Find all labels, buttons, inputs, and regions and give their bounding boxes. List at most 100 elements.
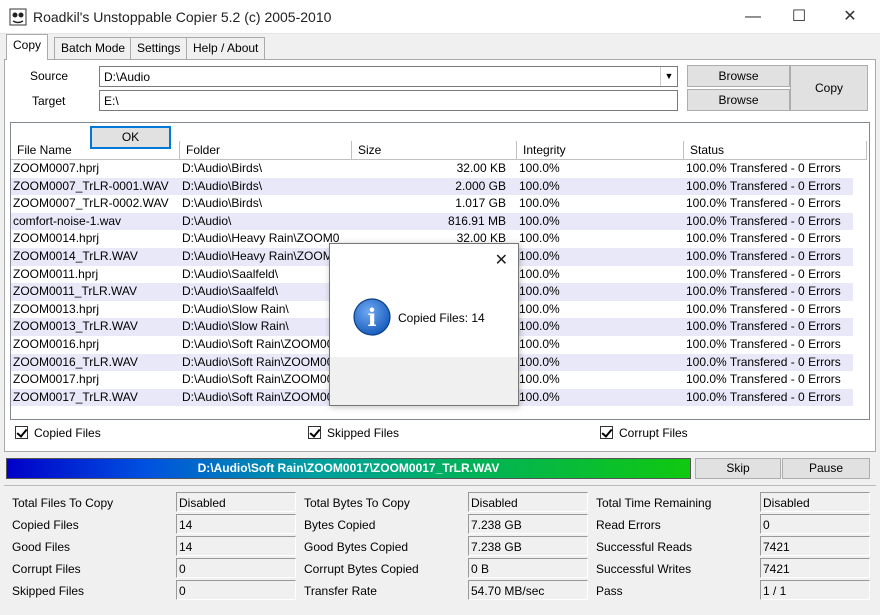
cell-folder: D:\Audio\Saalfeld\ xyxy=(182,284,279,299)
close-button[interactable]: ✕ xyxy=(827,0,873,34)
target-value: E:\ xyxy=(104,94,119,108)
corrupt-files-checkbox[interactable]: Corrupt Files xyxy=(600,426,688,440)
cell-integrity: 100.0% xyxy=(519,213,560,228)
stat-label: Total Time Remaining xyxy=(596,496,712,510)
cell-status: 100.0% Transfered - 0 Errors xyxy=(686,337,841,351)
tab-copy[interactable]: Copy xyxy=(6,34,49,60)
cell-name: ZOOM0007_TrLR-0001.WAV xyxy=(13,178,169,193)
cell-name: comfort-noise-1.wav xyxy=(13,213,122,228)
cell-integrity: 100.0% xyxy=(519,337,560,351)
tab-help-about[interactable]: Help / About xyxy=(186,37,266,59)
cell-folder: D:\Audio\Heavy Rain\ZOOM xyxy=(182,249,333,263)
cell-status: 100.0% Transfered - 0 Errors xyxy=(686,196,841,211)
maximize-button[interactable]: ☐ xyxy=(776,0,822,34)
stat-value: 7.238 GB xyxy=(468,514,588,534)
stat-value: 7421 xyxy=(760,558,870,578)
cell-name: ZOOM0016.hprj xyxy=(13,337,100,351)
cell-name: ZOOM0016_TrLR.WAV xyxy=(13,354,138,369)
table-row[interactable]: ZOOM0007.hprj D:\Audio\Birds\ 32.00 KB 100.… xyxy=(11,160,853,178)
stat-value: 1 / 1 xyxy=(760,580,870,600)
info-icon-glyph: i xyxy=(367,303,376,332)
stat-value: 0 xyxy=(176,580,296,600)
cell-status: 100.0% Transfered - 0 Errors xyxy=(686,161,841,175)
cell-status: 100.0% Transfered - 0 Errors xyxy=(686,266,841,281)
source-browse-button[interactable]: Browse xyxy=(687,65,790,87)
chevron-down-icon[interactable]: ▼ xyxy=(660,67,677,86)
cell-status: 100.0% Transfered - 0 Errors xyxy=(686,284,841,299)
stat-label: Read Errors xyxy=(596,518,661,532)
cell-name: ZOOM0017_TrLR.WAV xyxy=(13,389,138,404)
column-integrity[interactable]: Integrity xyxy=(517,141,684,160)
copy-button[interactable]: Copy xyxy=(790,65,868,111)
cell-folder: D:\Audio\Saalfeld\ xyxy=(182,266,279,281)
cell-name: ZOOM0014_TrLR.WAV xyxy=(13,249,138,263)
cell-status: 100.0% Transfered - 0 Errors xyxy=(686,213,841,228)
cell-size: 816.91 MB xyxy=(447,213,506,228)
stat-label: Copied Files xyxy=(12,518,79,532)
skip-button[interactable]: Skip xyxy=(695,458,781,479)
cell-name: ZOOM0007_TrLR-0002.WAV xyxy=(13,196,169,211)
cell-folder: D:\Audio\Birds\ xyxy=(182,178,263,193)
table-row[interactable]: comfort-noise-1.wav D:\Audio\ 816.91 MB 100… xyxy=(11,212,853,231)
corrupt-files-label: Corrupt Files xyxy=(619,426,688,440)
cell-folder: D:\Audio\ xyxy=(182,213,232,228)
dialog-footer xyxy=(330,357,518,405)
copied-files-checkbox[interactable]: Copied Files xyxy=(15,426,101,440)
cell-status: 100.0% Transfered - 0 Errors xyxy=(686,231,841,246)
table-row[interactable]: ZOOM0007_TrLR-0001.WAV D:\Audio\Birds\ 2.0… xyxy=(11,177,853,196)
stat-label: Bytes Copied xyxy=(304,518,376,532)
stat-value: Disabled xyxy=(468,492,588,512)
cell-size: 1.017 GB xyxy=(455,196,506,211)
cell-name: ZOOM0013_TrLR.WAV xyxy=(13,319,138,334)
info-icon: i xyxy=(353,298,391,336)
stat-label: Successful Writes xyxy=(596,562,692,576)
stat-value: 14 xyxy=(176,536,296,556)
stat-value: 0 B xyxy=(468,558,588,578)
column-folder[interactable]: Folder xyxy=(180,141,352,160)
stat-value: Disabled xyxy=(760,492,870,512)
tab-batch-mode[interactable]: Batch Mode xyxy=(54,37,133,59)
message-dialog: ✕ i Copied Files: 14 xyxy=(329,243,519,406)
cell-integrity: 100.0% xyxy=(519,196,560,211)
dialog-close-button[interactable]: ✕ xyxy=(495,250,508,270)
stat-label: Total Bytes To Copy xyxy=(304,496,410,510)
target-browse-button[interactable]: Browse xyxy=(687,89,790,111)
stat-label: Total Files To Copy xyxy=(12,496,114,510)
stat-label: Good Files xyxy=(12,540,71,554)
source-label: Source xyxy=(30,69,69,83)
app-icon xyxy=(9,8,27,26)
minimize-button[interactable]: — xyxy=(730,0,776,34)
pause-button[interactable]: Pause xyxy=(782,458,870,479)
cell-integrity: 100.0% xyxy=(519,266,560,281)
checkmark-icon xyxy=(600,426,613,439)
cell-status: 100.0% Transfered - 0 Errors xyxy=(686,354,841,369)
window-title: Roadkil's Unstoppable Copier 5.2 (c) 200… xyxy=(33,9,332,25)
cell-folder: D:\Audio\Heavy Rain\ZOOM0 xyxy=(182,231,340,246)
skipped-files-label: Skipped Files xyxy=(327,426,400,440)
cell-folder: D:\Audio\Soft Rain\ZOOM00 xyxy=(182,372,334,387)
checkmark-icon xyxy=(308,426,321,439)
stat-value: 54.70 MB/sec xyxy=(468,580,588,600)
cell-folder: D:\Audio\Soft Rain\ZOOM00 xyxy=(182,389,334,404)
column-status[interactable]: Status xyxy=(684,141,867,160)
stat-label: Skipped Files xyxy=(12,584,85,598)
stat-label: Transfer Rate xyxy=(304,584,377,598)
stat-label: Corrupt Bytes Copied xyxy=(304,562,419,576)
ok-button[interactable]: OK xyxy=(90,126,171,149)
cell-integrity: 100.0% xyxy=(519,354,560,369)
cell-integrity: 100.0% xyxy=(519,301,560,316)
cell-folder: D:\Audio\Soft Rain\ZOOM00 xyxy=(182,337,334,351)
cell-name: ZOOM0007.hprj xyxy=(13,161,100,175)
skipped-files-checkbox[interactable]: Skipped Files xyxy=(308,426,399,440)
cell-folder: D:\Audio\Slow Rain\ xyxy=(182,319,289,334)
target-input[interactable]: E:\ xyxy=(99,90,678,111)
cell-integrity: 100.0% xyxy=(519,178,560,193)
column-size[interactable]: Size xyxy=(352,141,517,160)
cell-name: ZOOM0014.hprj xyxy=(13,231,100,246)
table-row[interactable]: ZOOM0007_TrLR-0002.WAV D:\Audio\Birds\ 1.0… xyxy=(11,195,853,213)
source-combobox[interactable]: D:\Audio ▼ xyxy=(99,66,678,87)
cell-status: 100.0% Transfered - 0 Errors xyxy=(686,389,841,404)
cell-status: 100.0% Transfered - 0 Errors xyxy=(686,178,841,193)
tab-settings[interactable]: Settings xyxy=(130,37,188,59)
cell-folder: D:\Audio\Birds\ xyxy=(182,196,263,211)
